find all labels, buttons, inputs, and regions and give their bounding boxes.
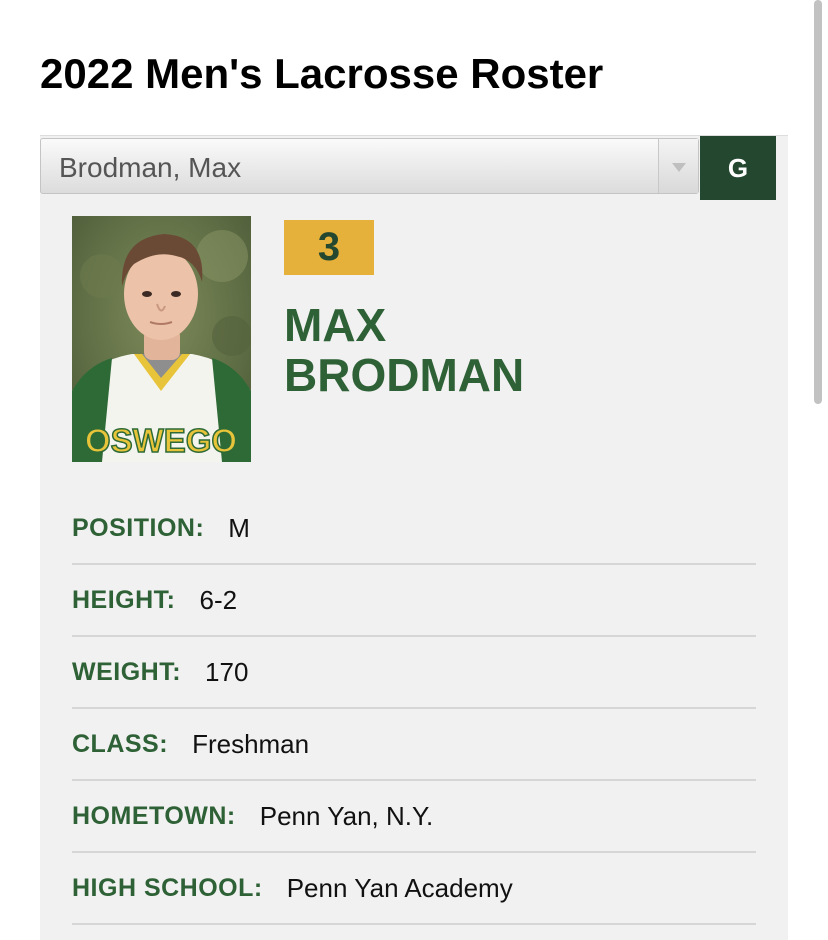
bio-row-hometown: HOMETOWN: Penn Yan, N.Y. [72, 781, 756, 853]
bio-label: HOMETOWN: [72, 801, 236, 830]
bio-value: Penn Yan, N.Y. [259, 800, 434, 831]
bio-value: 6-2 [199, 584, 238, 615]
bio-value: M [228, 512, 250, 543]
go-button[interactable]: G [700, 136, 776, 200]
bio-value: 170 [205, 656, 249, 687]
bio-list: POSITION: M HEIGHT: 6-2 WEIGHT: 170 CLAS… [72, 493, 756, 925]
bio-row-weight: WEIGHT: 170 [72, 637, 756, 709]
selected-player: Brodman, Max [59, 152, 242, 183]
bio-row-height: HEIGHT: 6-2 [72, 565, 756, 637]
player-select-dropdown[interactable]: Brodman, Max [40, 138, 699, 194]
bio-label: CLASS: [72, 729, 169, 758]
bio-value: Freshman [192, 728, 310, 759]
page-title: 2022 Men's Lacrosse Roster [40, 50, 604, 97]
bio-label: POSITION: [72, 513, 205, 542]
bio-value: Penn Yan Academy [286, 872, 513, 903]
bio-row-high-school: HIGH SCHOOL: Penn Yan Academy [72, 853, 756, 925]
chevron-down-icon [658, 139, 698, 193]
player-first-name: MAX [284, 299, 387, 351]
page-scrollbar[interactable] [814, 0, 822, 404]
player-name: MAX BRODMAN [284, 300, 524, 400]
jersey-number: 3 [284, 220, 374, 275]
bio-label: WEIGHT: [72, 657, 182, 686]
player-headshot: OSWEGO [72, 216, 251, 462]
bio-row-class: CLASS: Freshman [72, 709, 756, 781]
bio-row-position: POSITION: M [72, 493, 756, 565]
svg-text:OSWEGO: OSWEGO [85, 422, 237, 459]
player-last-name: BRODMAN [284, 349, 525, 401]
bio-label: HEIGHT: [72, 585, 176, 614]
bio-label: HIGH SCHOOL: [72, 873, 263, 902]
